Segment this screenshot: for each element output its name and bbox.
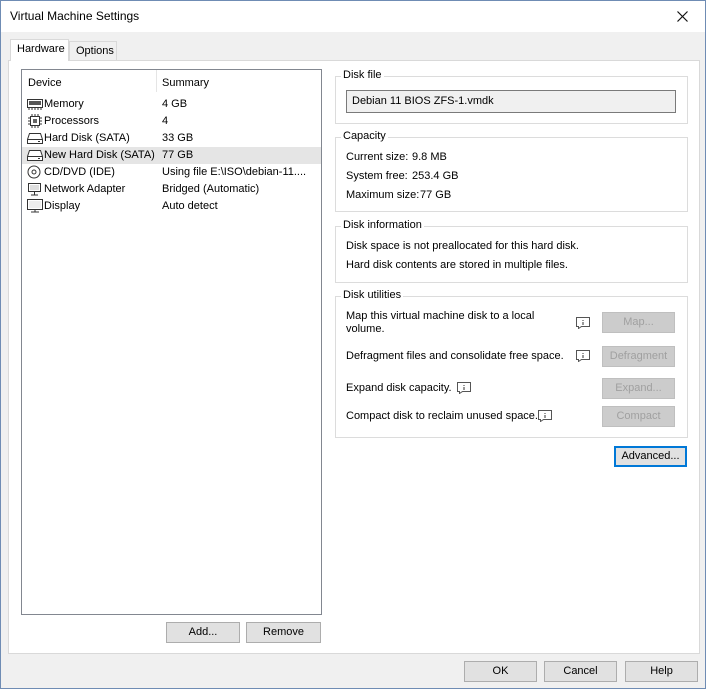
device-name: CD/DVD (IDE): [44, 166, 115, 178]
disk-utilities-title: Disk utilities: [341, 289, 404, 301]
preallocation-info: Disk space is not preallocated for this …: [346, 240, 579, 252]
device-row-cd-dvd[interactable]: CD/DVD (IDE) Using file E:\ISO\debian-11…: [22, 164, 321, 181]
hard-disk-icon: [27, 150, 43, 161]
current-size-label: Current size:: [346, 151, 409, 163]
expand-description: Expand disk capacity.: [346, 382, 452, 394]
device-list-header: Device Summary: [22, 70, 321, 92]
compact-description: Compact disk to reclaim unused space.: [346, 410, 538, 422]
settings-window: Virtual Machine Settings Hardware Option…: [0, 0, 706, 689]
maximum-size-value: 77 GB: [420, 189, 452, 201]
system-free-value: 253.4 GB: [412, 170, 459, 182]
map-button[interactable]: Map...: [602, 312, 675, 333]
add-button[interactable]: Add...: [166, 622, 240, 643]
device-name: Display: [44, 200, 81, 212]
network-adapter-icon: [28, 183, 41, 196]
expand-button[interactable]: Expand...: [602, 378, 675, 399]
info-icon[interactable]: [457, 382, 471, 394]
device-summary: 4 GB: [162, 98, 188, 110]
map-description-cont: volume.: [346, 323, 385, 335]
disk-utilities-group: Disk utilities Map this virtual machine …: [335, 289, 688, 438]
map-description: Map this virtual machine disk to a local: [346, 310, 535, 322]
disk-information-group: Disk information Disk space is not preal…: [335, 219, 688, 283]
ok-button[interactable]: OK: [464, 661, 537, 682]
device-row-memory[interactable]: Memory 4 GB: [22, 96, 321, 113]
defragment-description: Defragment files and consolidate free sp…: [346, 350, 564, 362]
cd-dvd-icon: [27, 165, 41, 179]
tab-options[interactable]: Options: [69, 41, 117, 60]
device-summary: Auto detect: [162, 200, 218, 212]
defragment-button[interactable]: Defragment: [602, 346, 675, 367]
info-icon[interactable]: [538, 410, 552, 422]
remove-button[interactable]: Remove: [246, 622, 321, 643]
device-row-display[interactable]: Display Auto detect: [22, 198, 321, 215]
title-bar[interactable]: Virtual Machine Settings: [1, 1, 705, 32]
device-row-new-hard-disk[interactable]: New Hard Disk (SATA) 77 GB: [22, 147, 321, 164]
info-icon[interactable]: [576, 350, 590, 362]
capacity-group: Capacity Current size: 9.8 MB System fre…: [335, 130, 688, 212]
current-size-value: 9.8 MB: [412, 151, 447, 163]
memory-icon: [27, 99, 43, 110]
close-button[interactable]: [659, 1, 705, 32]
hardware-panel: Device Summary Memory 4 GB Processors 4 …: [8, 60, 700, 654]
disk-information-title: Disk information: [341, 219, 424, 231]
system-free-label: System free:: [346, 170, 408, 182]
device-row-processors[interactable]: Processors 4: [22, 113, 321, 130]
cancel-button[interactable]: Cancel: [544, 661, 617, 682]
processor-icon: [28, 114, 42, 128]
disk-file-field[interactable]: Debian 11 BIOS ZFS-1.vmdk: [346, 90, 676, 113]
device-column-header[interactable]: Device: [28, 77, 62, 89]
device-name: Memory: [44, 98, 84, 110]
help-button[interactable]: Help: [625, 661, 698, 682]
device-summary: 33 GB: [162, 132, 194, 144]
capacity-title: Capacity: [341, 130, 388, 142]
device-summary: 77 GB: [162, 149, 194, 161]
device-row-hard-disk[interactable]: Hard Disk (SATA) 33 GB: [22, 130, 321, 147]
disk-file-title: Disk file: [341, 69, 384, 81]
disk-file-group: Disk file Debian 11 BIOS ZFS-1.vmdk: [335, 69, 688, 124]
device-summary: Using file E:\ISO\debian-11....: [162, 166, 307, 178]
device-name: Network Adapter: [44, 183, 126, 195]
device-summary: 4: [162, 115, 169, 127]
device-name: Hard Disk (SATA): [44, 132, 130, 144]
column-separator[interactable]: [156, 70, 157, 92]
info-icon[interactable]: [576, 317, 590, 329]
storage-info: Hard disk contents are stored in multipl…: [346, 259, 568, 271]
summary-column-header[interactable]: Summary: [162, 77, 209, 89]
device-name: New Hard Disk (SATA): [44, 149, 155, 161]
device-row-network-adapter[interactable]: Network Adapter Bridged (Automatic): [22, 181, 321, 198]
compact-button[interactable]: Compact: [602, 406, 675, 427]
device-summary: Bridged (Automatic): [162, 183, 260, 195]
tab-options-label: Options: [76, 45, 114, 57]
tab-hardware[interactable]: Hardware: [10, 39, 69, 61]
device-name: Processors: [44, 115, 100, 127]
device-list[interactable]: Device Summary Memory 4 GB Processors 4 …: [21, 69, 322, 615]
maximum-size-label: Maximum size:: [346, 189, 420, 201]
hard-disk-icon: [27, 133, 43, 144]
tab-hardware-label: Hardware: [17, 43, 65, 55]
close-icon: [676, 11, 688, 22]
display-icon: [27, 199, 43, 213]
window-title: Virtual Machine Settings: [10, 9, 140, 23]
advanced-button[interactable]: Advanced...: [614, 446, 687, 467]
